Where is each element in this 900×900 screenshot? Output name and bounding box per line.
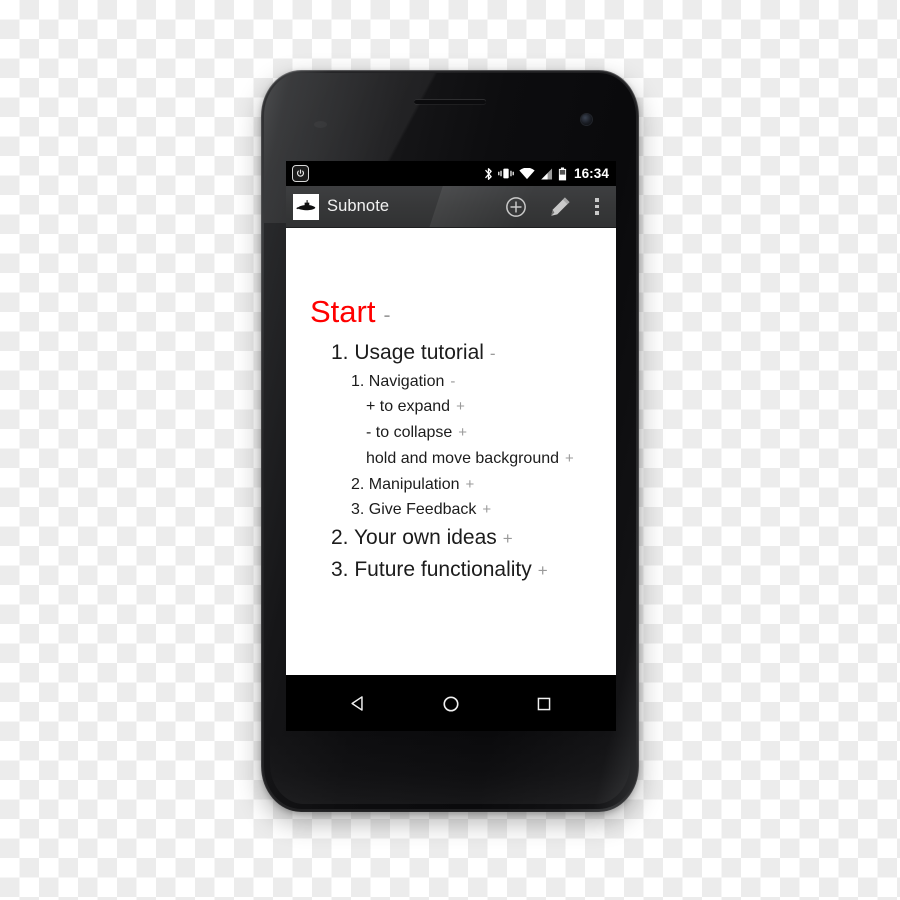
back-triangle-icon [351, 696, 363, 711]
status-bar-icons: 16:34 [484, 166, 609, 181]
nav-back-button[interactable] [335, 681, 381, 727]
note-node-marker[interactable]: + [456, 398, 465, 415]
home-circle-icon [443, 695, 459, 712]
phone-screen: 16:34 Subnote Start - 1. Usage tutorial … [286, 161, 616, 731]
note-node-marker[interactable]: - [490, 344, 496, 364]
navigation-bar [286, 675, 616, 731]
note-node[interactable]: - to collapse + [286, 424, 616, 442]
plus-circle-icon [506, 196, 526, 217]
earpiece-speaker [414, 99, 486, 104]
phone-device: 16:34 Subnote Start - 1. Usage tutorial … [261, 70, 639, 812]
vibrate-icon [498, 167, 514, 180]
note-node-text: 3. Give Feedback [351, 501, 477, 518]
edit-button[interactable] [538, 186, 582, 227]
three-dots-icon [595, 204, 599, 209]
note-node[interactable]: hold and move background + [286, 450, 616, 468]
wifi-icon [519, 167, 535, 180]
note-node-marker[interactable]: + [503, 529, 513, 549]
power-icon [292, 165, 309, 182]
pencil-icon [550, 197, 570, 216]
front-camera [581, 114, 592, 125]
note-node-text: - to collapse [366, 424, 453, 441]
submarine-logo-icon [293, 193, 319, 220]
note-node-marker[interactable]: + [565, 450, 574, 467]
proximity-sensor [314, 121, 327, 128]
battery-icon [558, 167, 567, 181]
phone-front-glass: 16:34 Subnote Start - 1. Usage tutorial … [264, 73, 636, 809]
note-node[interactable]: + to expand + [286, 398, 616, 416]
status-bar-left [292, 165, 309, 182]
note-node-text: 2. Manipulation [351, 476, 460, 493]
action-bar: Subnote [286, 186, 616, 228]
nav-recents-button[interactable] [521, 681, 567, 727]
note-node[interactable]: 2. Manipulation + [286, 476, 616, 494]
note-node-marker[interactable]: + [482, 501, 491, 518]
note-node[interactable]: 3. Give Feedback + [286, 501, 616, 519]
bluetooth-icon [484, 167, 493, 181]
note-node[interactable]: 2. Your own ideas + [286, 526, 616, 550]
note-node-marker[interactable]: + [458, 424, 467, 441]
note-node-text: Start [310, 294, 376, 329]
recents-square-icon [537, 697, 550, 710]
phone-chin-shading [270, 732, 630, 804]
note-node-marker[interactable]: + [466, 476, 475, 493]
three-dots-icon [595, 211, 599, 215]
note-node-text: 3. Future functionality [331, 558, 532, 581]
screenshot-stage: 16:34 Subnote Start - 1. Usage tutorial … [0, 0, 900, 900]
note-node-marker[interactable]: - [450, 373, 455, 390]
note-node-text: 2. Your own ideas [331, 526, 497, 549]
status-bar-clock: 16:34 [573, 166, 609, 181]
nav-home-button[interactable] [428, 681, 474, 727]
note-node[interactable]: 1. Navigation - [286, 373, 616, 391]
note-node-root[interactable]: Start - [286, 294, 616, 330]
note-node-text: 1. Usage tutorial [331, 341, 484, 364]
add-node-button[interactable] [494, 186, 538, 227]
cell-signal-icon [540, 168, 553, 180]
overflow-menu-button[interactable] [582, 186, 612, 227]
note-content: Start - 1. Usage tutorial - 1. Navigatio… [286, 228, 616, 675]
note-node-marker[interactable]: - [383, 304, 390, 328]
note-node-text: 1. Navigation [351, 373, 445, 390]
three-dots-icon [595, 198, 599, 202]
note-node-marker[interactable]: + [538, 561, 548, 581]
note-node-text: + to expand [366, 398, 451, 415]
note-node[interactable]: 3. Future functionality + [286, 558, 616, 582]
note-node[interactable]: 1. Usage tutorial - [286, 341, 616, 365]
app-title: Subnote [327, 197, 390, 215]
status-bar: 16:34 [286, 161, 616, 186]
note-node-text: hold and move background [366, 450, 560, 467]
